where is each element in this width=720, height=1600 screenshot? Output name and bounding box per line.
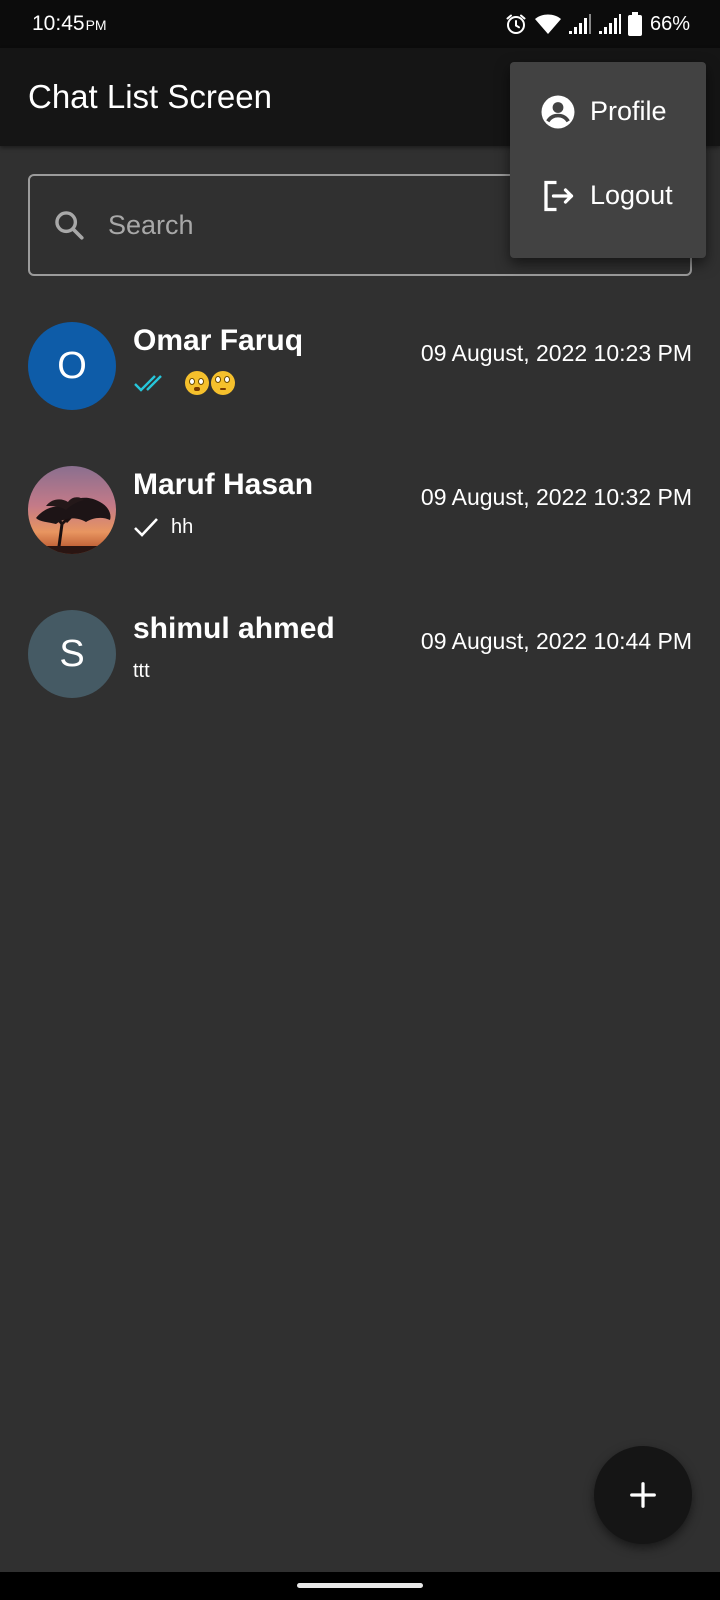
status-bar: 10:45PM 66% <box>0 0 720 48</box>
status-icons: 66% <box>504 10 690 38</box>
overflow-menu: Profile Logout <box>510 62 706 258</box>
avatar-letter: S <box>59 632 85 675</box>
avatar: O <box>28 322 116 410</box>
menu-item-label: Profile <box>590 96 667 126</box>
logout-icon <box>544 180 574 212</box>
account-circle-icon <box>541 95 575 129</box>
chat-name: Omar Faruq <box>133 324 304 357</box>
status-time-value: 10:45 <box>32 12 85 35</box>
last-message: ttt <box>133 659 150 682</box>
status-time-suffix: PM <box>85 17 107 33</box>
add-icon <box>630 1482 656 1508</box>
battery-percent: 66% <box>649 12 690 35</box>
chat-time: 09 August, 2022 10:44 PM <box>420 628 692 654</box>
avatar: S <box>28 610 116 698</box>
avatar-letter: O <box>57 344 87 387</box>
last-message-emoji <box>185 371 235 395</box>
chat-time: 09 August, 2022 10:32 PM <box>420 484 692 510</box>
menu-item-label: Logout <box>590 180 673 210</box>
double-check-icon <box>134 375 162 392</box>
search-icon <box>55 211 84 240</box>
chat-name: shimul ahmed <box>133 612 335 645</box>
status-time: 10:45PM <box>32 12 107 36</box>
chat-time: 09 August, 2022 10:23 PM <box>420 340 692 366</box>
avatar-photo <box>28 466 116 554</box>
navigation-bar <box>0 1572 720 1600</box>
chat-list-item[interactable]: S shimul ahmed ttt 09 August, 2022 10:44… <box>0 594 720 714</box>
chat-last-message-row: hh <box>133 512 193 542</box>
alarm-icon <box>506 14 526 34</box>
menu-item-profile[interactable]: Profile <box>510 70 706 154</box>
eye-roll-face-icon <box>211 371 235 395</box>
new-chat-button[interactable] <box>594 1446 692 1544</box>
check-icon <box>134 518 158 537</box>
home-gesture-handle[interactable] <box>297 1583 423 1588</box>
menu-item-logout[interactable]: Logout <box>510 154 706 238</box>
battery-icon <box>627 12 642 36</box>
chat-list-item[interactable]: Maruf Hasan hh 09 August, 2022 10:32 PM <box>0 450 720 570</box>
wifi-icon <box>534 14 561 34</box>
avatar <box>28 466 116 554</box>
chat-last-message-row: ttt <box>133 656 150 686</box>
signal-icon <box>598 14 621 34</box>
chat-name: Maruf Hasan <box>133 468 314 501</box>
signal-icon <box>568 14 591 34</box>
page-title: Chat List Screen <box>28 78 272 115</box>
last-message: hh <box>171 515 194 538</box>
flushed-face-icon <box>185 371 209 395</box>
chat-last-message-row <box>133 368 235 398</box>
chat-list-item[interactable]: O Omar Faruq 09 August, 2022 10:23 PM <box>0 306 720 426</box>
